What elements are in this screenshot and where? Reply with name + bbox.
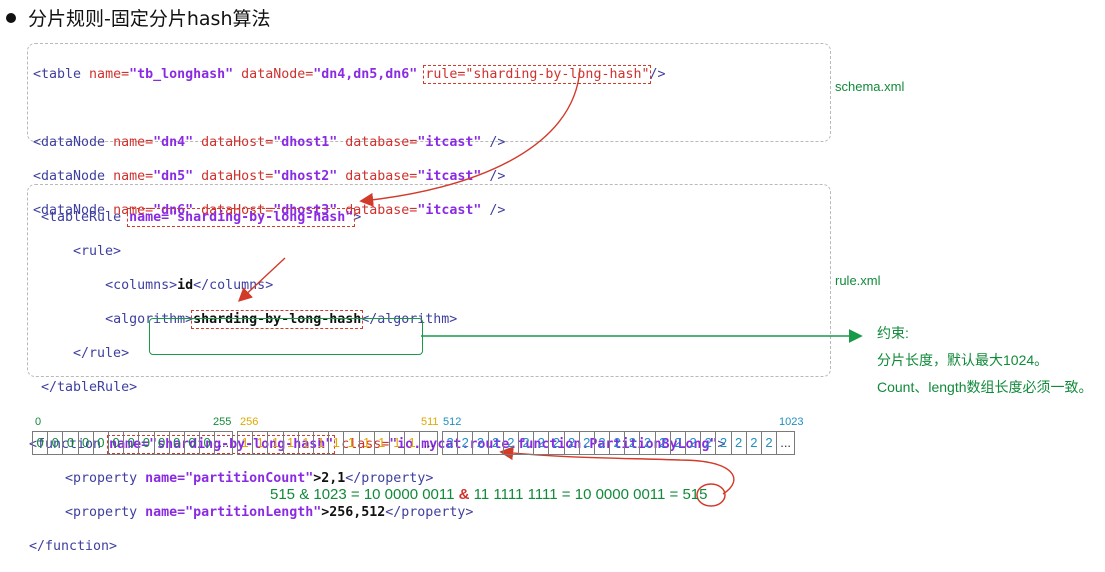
partition-cell: 0: [139, 432, 155, 454]
partition-cell: 1: [284, 432, 299, 454]
partition-cell: 2: [565, 432, 580, 454]
partition-cell: 2: [549, 432, 565, 454]
partition-cell: 2: [656, 432, 671, 454]
partition-cell: 2: [716, 432, 732, 454]
partition-cell: 2: [519, 432, 535, 454]
partition-cell: 2: [473, 432, 489, 454]
partition-cell: 0: [94, 432, 109, 454]
partition-cell: 2: [489, 432, 504, 454]
partition-cell: 2: [701, 432, 717, 454]
partition-cell: 1: [253, 432, 269, 454]
function-close-line: </function>: [29, 539, 118, 554]
label-511: 511: [421, 416, 439, 428]
partition-cell: 1: [344, 432, 360, 454]
partition-group-2: 2 2 2 2 2 2 2 2 2 2 2 2 2 2 2 2 2 2 2 2 2 2...: [442, 431, 796, 455]
partition-cell: 0: [48, 432, 64, 454]
partition-cell: 1: [375, 432, 390, 454]
partition-cell: 2: [504, 432, 519, 454]
partition-cell: 2: [595, 432, 611, 454]
partition-cell: 1: [268, 432, 284, 454]
label-255: 255: [213, 416, 232, 428]
partition-cell: 1: [405, 432, 421, 454]
partition-cell: 2: [580, 432, 595, 454]
partition-cell: 2: [640, 432, 656, 454]
partition-group-1: 1 1 1 1 1 1 1 1 1 1 1 1...: [237, 431, 439, 455]
partition-cell: 0: [79, 432, 94, 454]
arrow-rule-to-tablerule: [359, 67, 581, 207]
partition-cell: 0: [200, 432, 216, 454]
partition-cell: 2: [443, 432, 459, 454]
partition-cell: 1: [299, 432, 314, 454]
partition-cell: 0: [155, 432, 170, 454]
formula-result: 515: [682, 486, 708, 503]
partition-cell: 2: [625, 432, 641, 454]
hash-formula: 515 & 1023 = 10 0000 0011 & 11 1111 1111…: [270, 486, 708, 503]
partition-cell: 1: [238, 432, 254, 454]
partition-cell: 0: [63, 432, 79, 454]
label-512: 512: [443, 416, 462, 428]
partition-cell: 0: [170, 432, 185, 454]
partition-cell: 1: [329, 432, 345, 454]
partition-cell: 0: [185, 432, 201, 454]
partition-cell: 2: [686, 432, 702, 454]
partition-cell: 1: [390, 432, 406, 454]
label-0: 0: [35, 416, 42, 428]
partition-ellipsis: ...: [420, 432, 439, 454]
partition-cell: 1: [314, 432, 330, 454]
label-1023: 1023: [779, 416, 804, 428]
partition-cell: 0: [124, 432, 140, 454]
partition-group-0: 0 0 0 0 0 0 0 0 0 0 0 0...: [32, 431, 234, 455]
partition-ellipsis: ...: [215, 432, 234, 454]
partition-cell: 2: [747, 432, 762, 454]
partition-cell: 0: [33, 432, 49, 454]
partition-ellipsis: ...: [777, 432, 796, 454]
partition-cell: 2: [762, 432, 778, 454]
partition-cell: 2: [458, 432, 474, 454]
partition-cell: 1: [360, 432, 375, 454]
label-256: 256: [240, 416, 259, 428]
arrow-algorithm-to-function: [237, 257, 286, 302]
partition-cell: 2: [610, 432, 626, 454]
partition-cell: 0: [109, 432, 125, 454]
partition-cell: 2: [534, 432, 550, 454]
partition-cell: 2: [671, 432, 686, 454]
partition-cell: 2: [732, 432, 747, 454]
